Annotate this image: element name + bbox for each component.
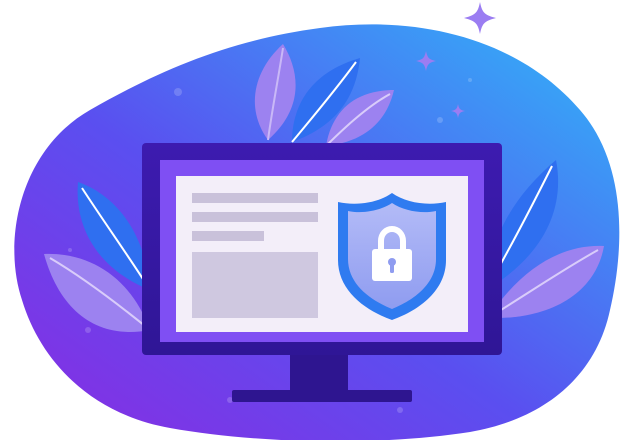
monitor-neck: [290, 352, 348, 394]
illustration-canvas: [14, 2, 620, 440]
sparkle-icon: [464, 2, 496, 34]
text-line-placeholder: [192, 231, 264, 241]
image-placeholder: [192, 252, 318, 318]
text-line-placeholder: [192, 212, 318, 222]
text-line-placeholder: [192, 193, 318, 203]
monitor-base: [232, 390, 412, 402]
security-illustration: [0, 0, 624, 440]
